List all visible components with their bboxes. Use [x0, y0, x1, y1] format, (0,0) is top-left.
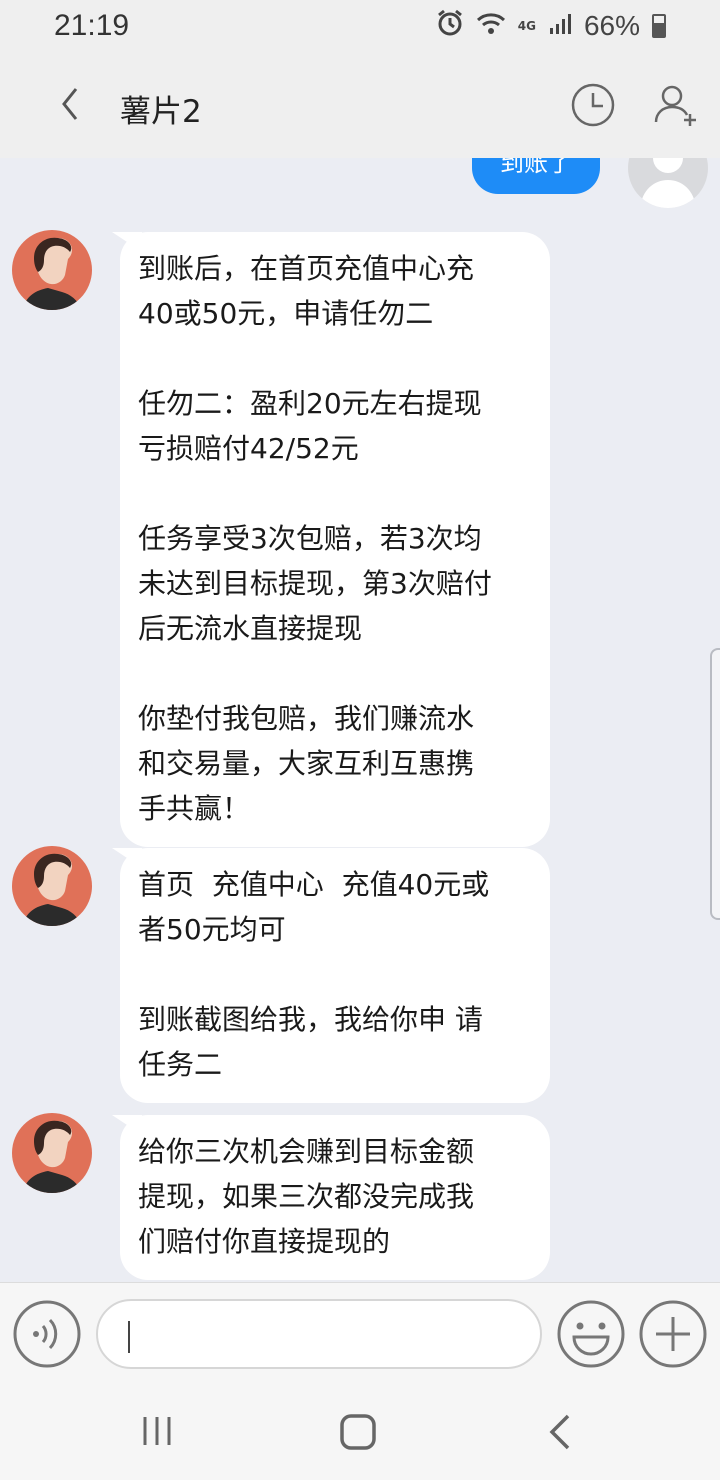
chevron-left-icon [62, 88, 78, 120]
sent-message-text: 到账了 [500, 158, 572, 177]
chat-messages[interactable]: 到账了 到账后，在首页充值中心充 40或50元，申请任勿二 任勿二：盈利20元左… [0, 158, 720, 1282]
status-icons: 4G 66% [436, 9, 666, 44]
avatar[interactable] [12, 846, 92, 926]
plus-icon [639, 1300, 707, 1368]
emoji-button[interactable] [556, 1299, 626, 1369]
message-text: 首页 充值中心 充值40元或 者50元均可 到账截图给我，我给你申 请 任务二 [138, 868, 490, 1081]
voice-button[interactable] [12, 1299, 82, 1369]
recents-icon [143, 1417, 171, 1445]
person-avatar-icon [22, 1120, 82, 1193]
back-arrow-icon [549, 1414, 570, 1450]
message-text: 给你三次机会赚到目标金额 提现，如果三次都没完成我 们赔付你直接提现的 [138, 1135, 475, 1258]
received-message-bubble[interactable]: 首页 充值中心 充值40元或 者50元均可 到账截图给我，我给你申 请 任务二 [120, 848, 550, 1103]
person-avatar-icon [22, 853, 82, 926]
battery-icon [652, 14, 666, 38]
network-type: 4G [517, 19, 536, 33]
received-message-bubble[interactable]: 到账后，在首页充值中心充 40或50元，申请任勿二 任勿二：盈利20元左右提现 … [120, 232, 550, 847]
received-message-bubble[interactable]: 给你三次机会赚到目标金额 提现，如果三次都没完成我 们赔付你直接提现的 [120, 1115, 550, 1280]
input-bar [0, 1282, 720, 1384]
chat-header: 薯片2 [0, 52, 720, 158]
status-bar: 21:19 4G 66% [0, 0, 720, 52]
status-time: 21:19 [54, 9, 130, 42]
self-avatar[interactable] [628, 158, 708, 208]
signal-icon [548, 12, 572, 40]
alarm-icon [436, 9, 464, 44]
system-back-button[interactable] [546, 1412, 574, 1452]
voice-icon [13, 1300, 81, 1368]
back-button[interactable] [50, 82, 90, 126]
smiley-icon [557, 1300, 625, 1368]
more-options-button[interactable] [638, 1299, 708, 1369]
avatar[interactable] [12, 1113, 92, 1193]
scrollbar-handle[interactable] [710, 648, 720, 920]
wifi-icon [476, 11, 506, 41]
sent-message-bubble[interactable]: 到账了 [472, 158, 600, 194]
home-button[interactable] [338, 1412, 378, 1452]
home-icon [340, 1414, 376, 1450]
system-navigation-bar [0, 1384, 720, 1480]
person-avatar-icon [22, 237, 82, 310]
avatar[interactable] [12, 230, 92, 310]
clock-icon [571, 83, 615, 127]
add-member-button[interactable] [652, 82, 700, 130]
chat-history-button[interactable] [570, 82, 616, 128]
message-text: 到账后，在首页充值中心充 40或50元，申请任勿二 任勿二：盈利20元左右提现 … [138, 252, 492, 825]
message-input[interactable] [96, 1299, 542, 1369]
battery-percent: 66% [583, 10, 640, 41]
text-caret [128, 1321, 130, 1353]
chat-title: 薯片2 [120, 94, 202, 130]
default-avatar-icon [640, 158, 696, 208]
recent-apps-button[interactable] [140, 1414, 174, 1448]
add-person-icon [654, 85, 696, 126]
